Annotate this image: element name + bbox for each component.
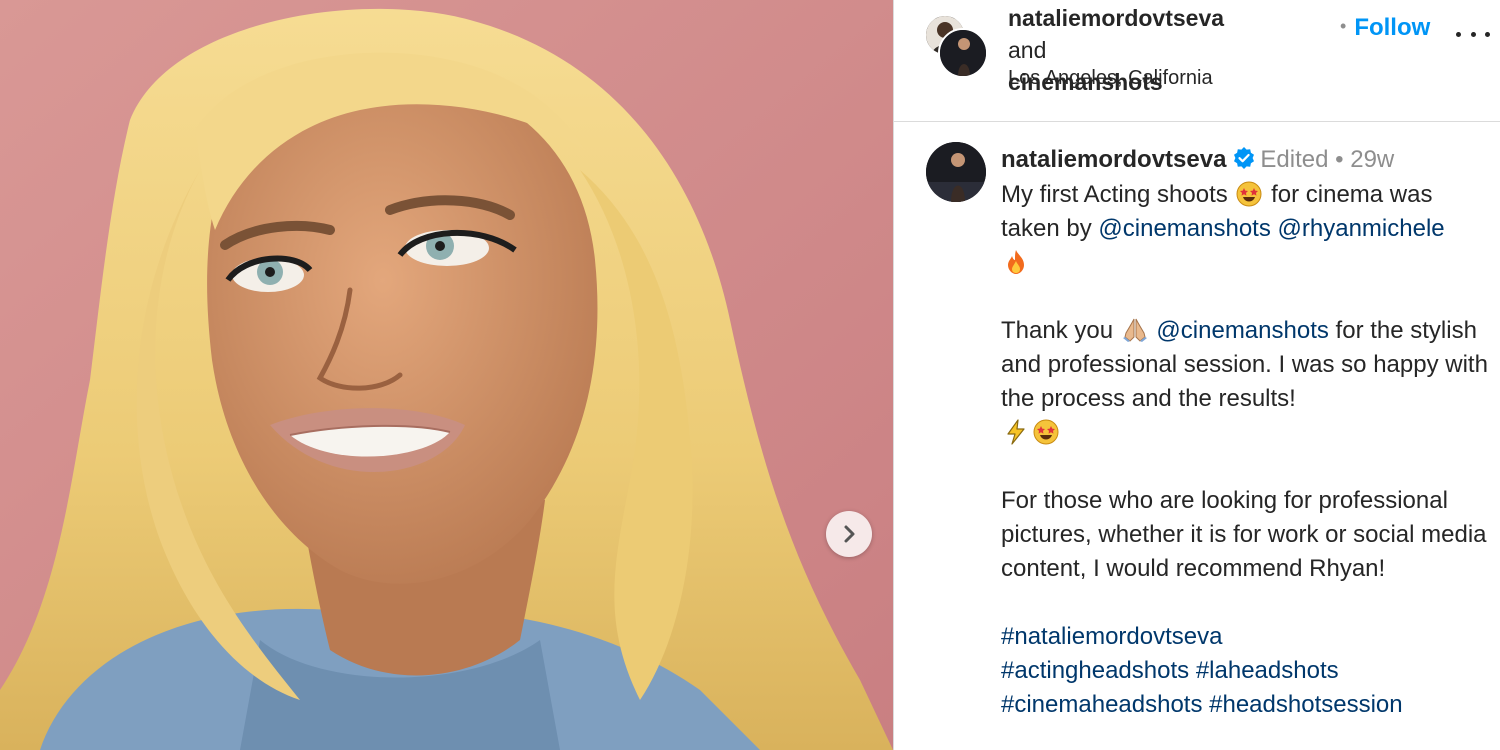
caption-body: My first Acting shoots for cinema was ta… [1001, 178, 1496, 722]
follow-separator: • [1340, 16, 1347, 36]
high-voltage-emoji [1007, 419, 1025, 445]
more-options-icon[interactable] [1456, 24, 1490, 44]
follow-label: Follow [1354, 14, 1431, 41]
caption-paragraph: For those who are looking for profession… [1001, 487, 1487, 582]
post-photo [0, 0, 893, 750]
caption-meta: nataliemordovtseva Edited • 29w [1001, 144, 1394, 176]
caption-text: My first Acting shoots [1001, 181, 1228, 208]
caption-paragraph: Thank you @cinemanshots for the stylish … [1001, 314, 1496, 450]
mention-link[interactable]: @cinemanshots [1156, 317, 1328, 344]
caption-text: Thank you [1001, 317, 1114, 344]
verified-badge-icon [1234, 147, 1255, 169]
portrait-illustration [0, 0, 893, 750]
post-header: nataliemordovtseva and cinemanshots Los … [894, 0, 1500, 122]
hashtag-link[interactable]: #laheadshots [1196, 657, 1339, 684]
author-joiner: and [1008, 37, 1047, 63]
caption-paragraph: My first Acting shoots for cinema was ta… [1001, 178, 1496, 280]
avatar-image [940, 30, 986, 76]
caption-avatar[interactable] [926, 142, 986, 202]
fire-emoji [1008, 250, 1024, 274]
mention-link[interactable]: @rhyanmichele [1278, 215, 1445, 242]
folded-hands-emoji [1122, 318, 1147, 342]
location-link[interactable]: Los Angeles, California [1008, 67, 1213, 90]
hashtag-link[interactable]: #cinemaheadshots [1001, 691, 1202, 718]
avatar-image [926, 142, 986, 202]
hashtag-link[interactable]: #headshotsession [1209, 691, 1402, 718]
more-dot [1485, 31, 1490, 37]
edited-label: Edited [1260, 146, 1329, 173]
carousel-next-button[interactable] [826, 511, 872, 557]
star-struck-emoji [1033, 419, 1059, 445]
more-dot [1456, 31, 1461, 37]
avatar-secondary[interactable] [938, 28, 988, 78]
caption-username[interactable]: nataliemordovtseva [1001, 146, 1226, 173]
chevron-right-icon [844, 525, 855, 543]
star-struck-emoji [1236, 181, 1262, 207]
meta-separator: • [1335, 146, 1344, 173]
post-side-panel: nataliemordovtseva and cinemanshots Los … [893, 0, 1500, 750]
hashtag-list: #nataliemordovtseva #actingheadshots #la… [1001, 620, 1496, 722]
mention-link[interactable]: @cinemanshots [1098, 215, 1270, 242]
collab-avatars[interactable] [924, 14, 990, 80]
post-time[interactable]: 29w [1350, 146, 1394, 173]
hashtag-link[interactable]: #actingheadshots [1001, 657, 1189, 684]
follow-button[interactable]: • Follow [1340, 14, 1430, 42]
author-primary-link[interactable]: nataliemordovtseva [1008, 5, 1224, 31]
more-dot [1470, 31, 1476, 37]
hashtag-link[interactable]: #nataliemordovtseva [1001, 623, 1222, 650]
